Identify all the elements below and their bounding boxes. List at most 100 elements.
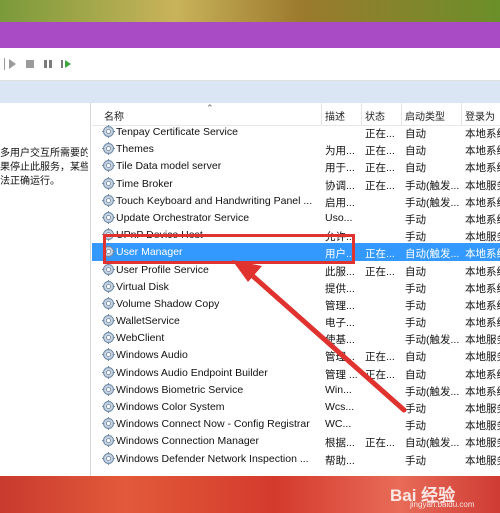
background-photo-top — [0, 0, 500, 22]
service-name: User Profile Service — [116, 263, 209, 276]
service-name: UPnP Device Host — [116, 229, 203, 242]
service-status: 正在... — [365, 368, 395, 381]
service-logon: 本地系统 — [465, 282, 500, 295]
service-row[interactable]: Windows Color System Wcs... 手动 本地服务 — [92, 398, 500, 415]
service-logon: 本地系统 — [465, 213, 500, 226]
service-startup-type: 自动 — [405, 128, 426, 140]
service-name: Windows Connect Now - Config Registrar — [116, 418, 310, 431]
service-row[interactable]: Windows Connection Manager 根据... 正在... 自动(触… — [92, 432, 500, 449]
column-header-logon[interactable]: 登录为 — [465, 108, 495, 123]
service-gear-icon — [102, 400, 115, 413]
column-header-startup-type[interactable]: 启动类型 — [405, 108, 445, 123]
services-list[interactable]: ⌃ 名称 描述 状态 启动类型 登录为 Tenpay Certificate S… — [92, 103, 500, 473]
pause-service-icon[interactable] — [42, 57, 56, 71]
service-rows: Tenpay Certificate Service正在...自动本地系统The… — [92, 123, 500, 467]
service-gear-icon — [102, 142, 115, 156]
column-header-name[interactable]: 名称 — [104, 108, 124, 123]
service-description: 允许... — [325, 231, 355, 244]
window-titlebar[interactable] — [0, 22, 500, 48]
service-row[interactable]: Virtual Disk 提供... 手动 本地系统 — [92, 278, 500, 295]
service-name: Tile Data model server — [116, 160, 222, 173]
service-logon: 本地系统 — [465, 196, 500, 209]
service-startup-type: 手动(触发... — [405, 385, 460, 398]
service-row[interactable]: Tenpay Certificate Service 正在... 自动 本地系统 — [92, 123, 500, 140]
service-startup-type: 自动 — [405, 368, 426, 381]
service-logon: 本地服务 — [465, 454, 500, 467]
toolbar — [0, 48, 500, 81]
service-startup-type: 手动(触发... — [405, 334, 460, 347]
service-description: 提供... — [325, 282, 355, 295]
service-row[interactable]: Touch Keyboard and Handwriting Panel ...… — [92, 192, 500, 209]
service-startup-type: 自动(触发... — [405, 248, 460, 261]
service-name: WebClient — [116, 332, 165, 345]
service-name: Tenpay Certificate Service — [116, 126, 238, 138]
service-row[interactable]: User Profile Service 此服... 正在... 自动 本地系统 — [92, 261, 500, 278]
service-startup-type: 自动 — [405, 265, 426, 278]
service-logon: 本地服务 — [465, 351, 500, 364]
service-description: 协调... — [325, 179, 355, 192]
service-logon: 本地系统 — [465, 145, 500, 158]
service-row[interactable]: Update Orchestrator Service Uso... 手动 本地系统 — [92, 209, 500, 226]
service-row[interactable]: Windows Audio 管理... 正在... 自动 本地服务 — [92, 346, 500, 363]
service-logon: 本地系统 — [465, 385, 500, 398]
column-header-description[interactable]: 描述 — [325, 108, 345, 123]
service-row[interactable]: Windows Defender Network Inspection ... 帮… — [92, 450, 500, 467]
service-gear-icon — [102, 245, 115, 259]
extended-tab-band — [0, 81, 500, 103]
service-description: 使基... — [325, 334, 355, 347]
service-description: 此服... — [325, 265, 355, 278]
service-gear-icon — [102, 228, 115, 242]
service-startup-type: 手动 — [405, 403, 426, 415]
restart-service-icon[interactable] — [60, 57, 74, 71]
service-status: 正在... — [365, 179, 395, 192]
service-name: Volume Shadow Copy — [116, 297, 220, 310]
service-row[interactable]: Volume Shadow Copy 管理... 手动 本地系统 — [92, 295, 500, 312]
service-description: Uso... — [325, 211, 353, 224]
service-logon: 本地服务 — [465, 420, 500, 433]
service-startup-type: 自动(触发... — [405, 437, 460, 450]
service-description: 启用... — [325, 196, 355, 209]
service-gear-icon — [102, 434, 115, 448]
service-startup-type: 自动 — [405, 351, 426, 364]
service-gear-icon — [102, 262, 115, 276]
service-row[interactable]: Windows Biometric Service Win... 手动(触发... 本… — [92, 381, 500, 398]
service-startup-type: 手动(触发... — [405, 179, 460, 192]
service-gear-icon — [102, 176, 115, 190]
service-startup-type: 手动 — [405, 282, 426, 295]
service-row[interactable]: Windows Audio Endpoint Builder 管理 ... 正在..… — [92, 364, 500, 381]
service-startup-type: 手动 — [405, 299, 426, 312]
service-row[interactable]: Tile Data model server 用于... 正在... 自动 本地系统 — [92, 157, 500, 174]
service-description: 管理... — [325, 351, 355, 364]
service-row[interactable]: WebClient 使基... 手动(触发... 本地服务 — [92, 329, 500, 346]
service-row[interactable]: Time Broker 协调... 正在... 手动(触发... 本地服务 — [92, 175, 500, 192]
service-row[interactable]: WalletService 电子... 手动 本地系统 — [92, 312, 500, 329]
service-status: 正在... — [365, 351, 395, 364]
service-row[interactable]: UPnP Device Host 允许... 手动 本地服务 — [92, 226, 500, 243]
service-name: Time Broker — [116, 177, 173, 190]
service-row[interactable]: Windows Connect Now - Config Registrar WC… — [92, 415, 500, 432]
service-gear-icon — [102, 159, 115, 173]
service-name: Update Orchestrator Service — [116, 211, 250, 224]
service-gear-icon — [102, 210, 115, 224]
service-startup-type: 手动 — [405, 231, 426, 244]
service-row[interactable]: Themes 为用... 正在... 自动 本地系统 — [92, 140, 500, 157]
service-description: 帮助... — [325, 454, 355, 467]
service-name: Themes — [116, 143, 154, 156]
service-logon: 本地系统 — [465, 317, 500, 330]
service-gear-icon — [102, 193, 115, 207]
stop-service-icon[interactable] — [24, 57, 38, 71]
column-header-status[interactable]: 状态 — [365, 108, 385, 123]
service-description: Wcs... — [325, 401, 355, 413]
service-startup-type: 手动(触发... — [405, 196, 460, 209]
service-description: 为用... — [325, 145, 355, 158]
service-startup-type: 自动 — [405, 145, 426, 158]
service-logon: 本地服务 — [465, 437, 500, 450]
service-name: Touch Keyboard and Handwriting Panel ... — [116, 194, 313, 207]
service-gear-icon — [102, 279, 115, 293]
service-startup-type: 手动 — [405, 420, 426, 433]
service-name: User Manager — [116, 246, 183, 259]
service-row[interactable]: User Manager 用户... 正在... 自动(触发... 本地系统 — [92, 243, 500, 261]
service-logon: 本地系统 — [465, 162, 500, 175]
watermark-url: jingyan.baidu.com — [410, 500, 475, 509]
start-service-icon[interactable] — [6, 57, 20, 71]
